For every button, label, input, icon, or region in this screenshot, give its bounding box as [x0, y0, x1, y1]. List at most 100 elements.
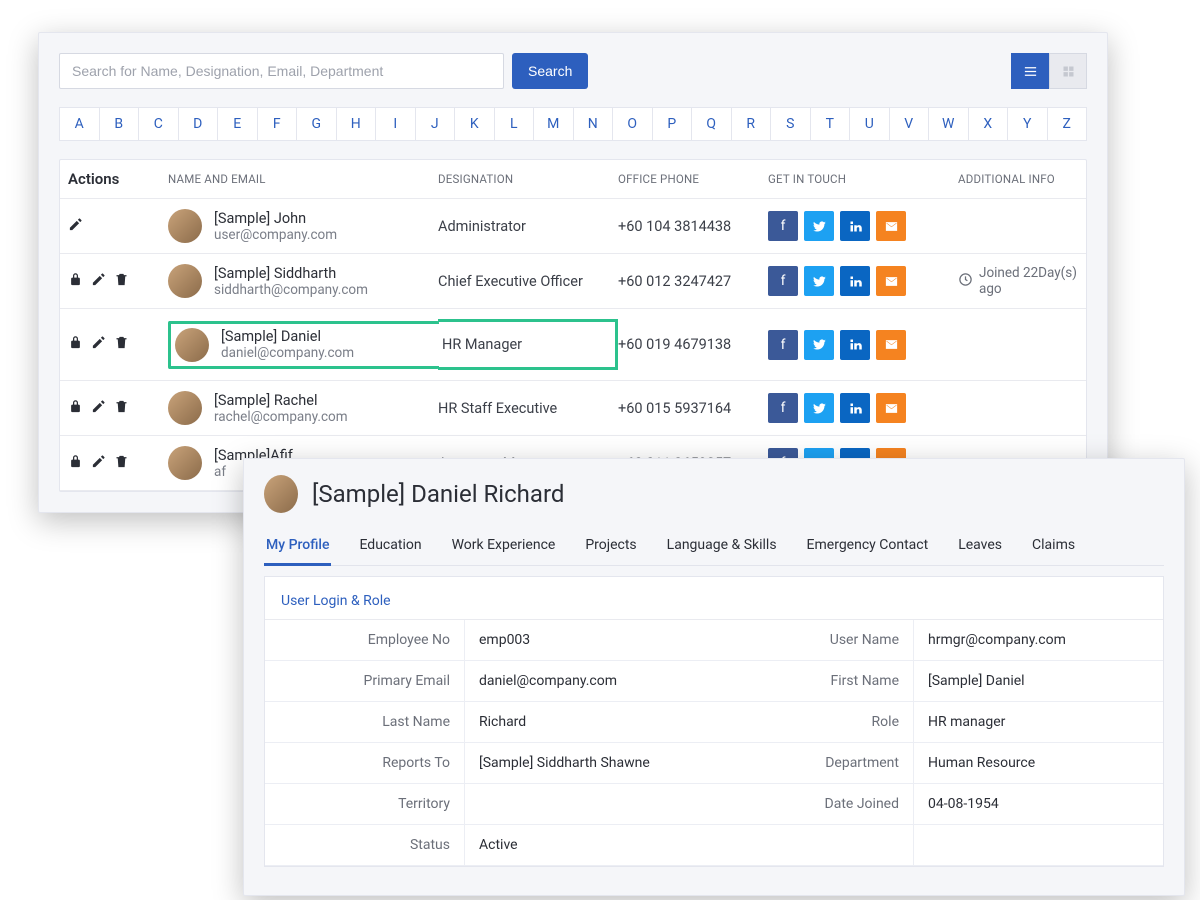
- twitter-button[interactable]: [804, 266, 834, 296]
- avatar: [168, 391, 202, 425]
- value-employee-no: emp003: [465, 620, 714, 661]
- avatar: [168, 446, 202, 480]
- tab-claims[interactable]: Claims: [1030, 527, 1077, 565]
- lock-icon[interactable]: [68, 272, 83, 291]
- twitter-button[interactable]: [804, 393, 834, 423]
- edit-icon[interactable]: [91, 272, 106, 291]
- alpha-filter-m[interactable]: M: [533, 107, 574, 141]
- alpha-filter-c[interactable]: C: [138, 107, 179, 141]
- profile-section: User Login & Role Employee No emp003 Use…: [264, 576, 1164, 867]
- mail-button[interactable]: [876, 330, 906, 360]
- twitter-button[interactable]: [804, 211, 834, 241]
- employee-designation: HR Staff Executive: [438, 400, 618, 417]
- alpha-filter-o[interactable]: O: [612, 107, 653, 141]
- edit-icon[interactable]: [91, 399, 106, 418]
- alpha-filter-e[interactable]: E: [217, 107, 258, 141]
- value-role: HR manager: [914, 702, 1163, 743]
- linkedin-button[interactable]: [840, 330, 870, 360]
- alpha-filter-b[interactable]: B: [99, 107, 140, 141]
- name-cell[interactable]: [Sample] Rachelrachel@company.com: [168, 391, 438, 425]
- profile-field-grid: Employee No emp003 User Name hrmgr@compa…: [265, 620, 1163, 866]
- tab-projects[interactable]: Projects: [583, 527, 638, 565]
- alpha-filter-z[interactable]: Z: [1047, 107, 1088, 141]
- linkedin-button[interactable]: [840, 266, 870, 296]
- facebook-button[interactable]: f: [768, 211, 798, 241]
- section-title: User Login & Role: [265, 581, 1163, 620]
- lock-icon[interactable]: [68, 454, 83, 473]
- alpha-filter-g[interactable]: G: [296, 107, 337, 141]
- value-department: Human Resource: [914, 743, 1163, 784]
- alpha-filter-h[interactable]: H: [336, 107, 377, 141]
- table-row: [Sample] Rachelrachel@company.comHR Staf…: [60, 381, 1086, 436]
- facebook-button[interactable]: f: [768, 266, 798, 296]
- tab-emergency-contact[interactable]: Emergency Contact: [805, 527, 931, 565]
- search-button[interactable]: Search: [512, 53, 588, 89]
- search-row: Search: [59, 53, 1087, 89]
- twitter-button[interactable]: [804, 330, 834, 360]
- tab-work-experience[interactable]: Work Experience: [450, 527, 558, 565]
- employee-email: siddharth@company.com: [214, 282, 368, 298]
- linkedin-button[interactable]: [840, 211, 870, 241]
- name-cell[interactable]: [Sample] Johnuser@company.com: [168, 209, 438, 243]
- alpha-filter-w[interactable]: W: [928, 107, 969, 141]
- list-icon: [1023, 64, 1038, 79]
- lock-icon[interactable]: [68, 399, 83, 418]
- alpha-filter-y[interactable]: Y: [1007, 107, 1048, 141]
- employee-designation: HR Manager: [438, 319, 618, 370]
- alpha-filter-x[interactable]: X: [968, 107, 1009, 141]
- employee-name: [Sample] Daniel: [221, 328, 354, 345]
- tab-leaves[interactable]: Leaves: [956, 527, 1004, 565]
- alpha-filter-k[interactable]: K: [454, 107, 495, 141]
- edit-icon[interactable]: [91, 335, 106, 354]
- table-row: [Sample] Siddharthsiddharth@company.comC…: [60, 254, 1086, 309]
- col-touch: GET IN TOUCH: [768, 172, 958, 186]
- value-primary-email: daniel@company.com: [465, 661, 714, 702]
- mail-button[interactable]: [876, 211, 906, 241]
- alpha-filter-j[interactable]: J: [415, 107, 456, 141]
- alpha-filter-p[interactable]: P: [652, 107, 693, 141]
- alpha-filter-a[interactable]: A: [59, 107, 100, 141]
- employee-name: [Sample] Rachel: [214, 392, 348, 409]
- name-cell[interactable]: [Sample] Danieldaniel@company.com: [168, 321, 439, 369]
- label-username: User Name: [714, 620, 914, 661]
- alpha-filter-d[interactable]: D: [178, 107, 219, 141]
- search-input[interactable]: [59, 53, 504, 89]
- alphabet-filter: ABCDEFGHIJKLMNOPQRSTUVWXYZ: [59, 107, 1087, 141]
- alpha-filter-i[interactable]: I: [375, 107, 416, 141]
- alpha-filter-q[interactable]: Q: [691, 107, 732, 141]
- linkedin-button[interactable]: [840, 393, 870, 423]
- lock-icon[interactable]: [68, 335, 83, 354]
- alpha-filter-l[interactable]: L: [494, 107, 535, 141]
- list-view-button[interactable]: [1011, 53, 1049, 89]
- avatar: [168, 264, 202, 298]
- delete-icon[interactable]: [114, 454, 129, 473]
- facebook-button[interactable]: f: [768, 393, 798, 423]
- alpha-filter-u[interactable]: U: [849, 107, 890, 141]
- facebook-button[interactable]: f: [768, 330, 798, 360]
- delete-icon[interactable]: [114, 399, 129, 418]
- avatar: [175, 328, 209, 362]
- label-reports-to: Reports To: [265, 743, 465, 784]
- name-cell[interactable]: [Sample] Siddharthsiddharth@company.com: [168, 264, 438, 298]
- alpha-filter-n[interactable]: N: [573, 107, 614, 141]
- alpha-filter-s[interactable]: S: [770, 107, 811, 141]
- employee-email: rachel@company.com: [214, 409, 348, 425]
- employee-designation: Administrator: [438, 218, 618, 235]
- alpha-filter-v[interactable]: V: [889, 107, 930, 141]
- delete-icon[interactable]: [114, 272, 129, 291]
- mail-button[interactable]: [876, 393, 906, 423]
- edit-icon[interactable]: [68, 217, 83, 236]
- tab-language-skills[interactable]: Language & Skills: [665, 527, 779, 565]
- alpha-filter-f[interactable]: F: [257, 107, 298, 141]
- mail-button[interactable]: [876, 266, 906, 296]
- alpha-filter-t[interactable]: T: [810, 107, 851, 141]
- tab-my-profile[interactable]: My Profile: [264, 527, 331, 566]
- edit-icon[interactable]: [91, 454, 106, 473]
- row-actions: [68, 454, 168, 473]
- delete-icon[interactable]: [114, 335, 129, 354]
- grid-view-button[interactable]: [1049, 53, 1087, 89]
- alpha-filter-r[interactable]: R: [731, 107, 772, 141]
- tab-education[interactable]: Education: [357, 527, 423, 565]
- employee-phone: +60 019 4679138: [618, 336, 768, 353]
- employee-designation: Chief Executive Officer: [438, 273, 618, 290]
